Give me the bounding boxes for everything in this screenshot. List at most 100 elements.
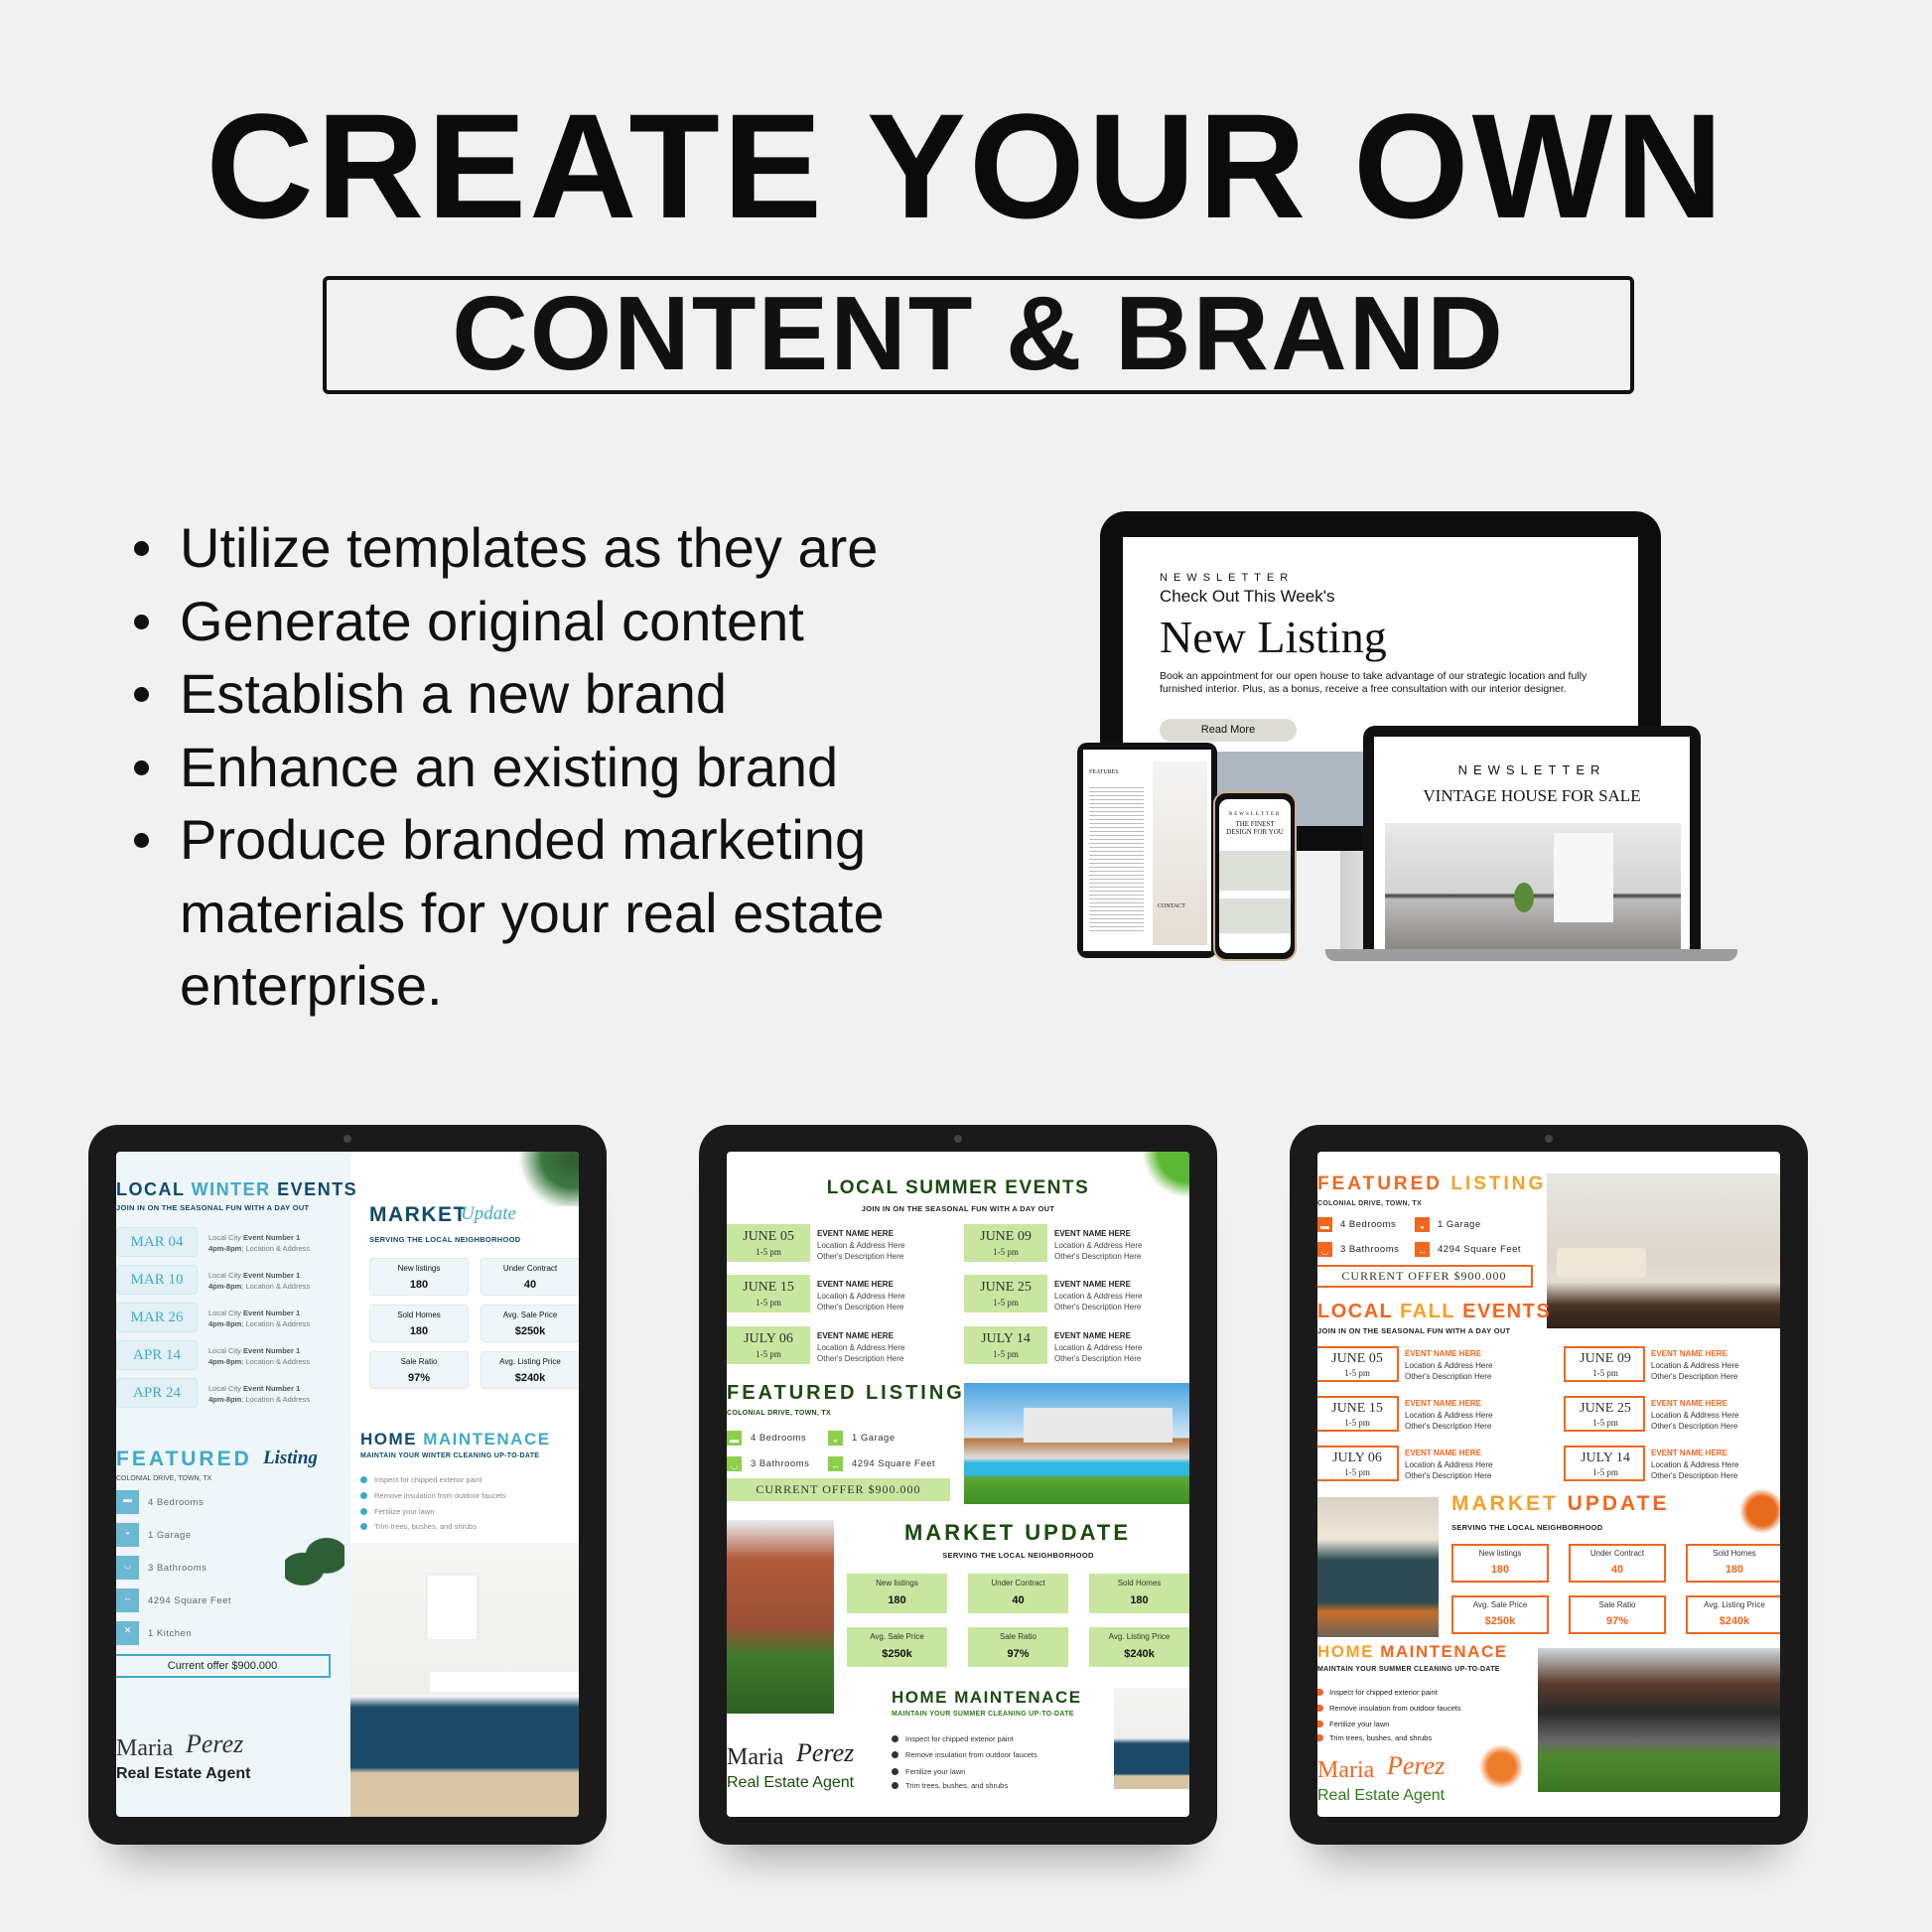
title-part: EVENTS xyxy=(1455,1301,1552,1322)
title-part: MARKET xyxy=(1451,1492,1568,1515)
title-part: LOCAL xyxy=(116,1179,192,1199)
agent-role: Real Estate Agent xyxy=(727,1774,855,1791)
phone-eyebrow: NEWSLETTER xyxy=(1228,812,1282,817)
bed-icon: ▬ xyxy=(116,1490,139,1514)
island xyxy=(430,1672,579,1692)
time-text: 1-5 pm xyxy=(993,1298,1019,1308)
stat-box: New listings 180 xyxy=(369,1258,469,1296)
feature-text: 4 Bedrooms xyxy=(1340,1219,1397,1230)
maint-title: HOME MAINTENACE xyxy=(360,1430,551,1449)
event-date: JUNE 05 1-5 pm xyxy=(1317,1346,1399,1382)
event-location: Location & Address Here xyxy=(1405,1361,1493,1370)
market-subtitle: SERVING THE LOCAL NEIGHBORHOOD xyxy=(369,1235,521,1244)
maint-item: Fertilize your lawn xyxy=(905,1767,966,1776)
current-offer-box: Current offer $900.000 xyxy=(116,1654,331,1678)
event-date: JULY 06 1-5 pm xyxy=(1317,1446,1399,1481)
event-name: EVENT NAME HERE xyxy=(1405,1399,1481,1408)
maint-subtitle: MAINTAIN YOUR SUMMER CLEANING UP-TO-DATE xyxy=(1317,1666,1500,1673)
t: 4pm-8pm xyxy=(208,1395,242,1404)
bathtub-icon: ◡ xyxy=(1317,1242,1332,1257)
benefit-text: Produce branded marketing materials for … xyxy=(180,808,885,1017)
headline: CREATE YOUR OWN xyxy=(206,82,1726,249)
agent-first-name: Maria xyxy=(727,1744,784,1770)
stat-label: Under Contract xyxy=(991,1579,1045,1587)
date-text: JUNE 05 xyxy=(743,1229,794,1244)
events-subtitle: JOIN IN ON THE SEASONAL FUN WITH A DAY O… xyxy=(1317,1326,1511,1335)
utensils-icon: ✕ xyxy=(116,1621,139,1645)
event-location: Location & Address Here xyxy=(817,1343,905,1352)
feature-text: 1 Kitchen xyxy=(148,1628,193,1639)
date-text: JUNE 15 xyxy=(743,1280,794,1295)
stat-box: Sale Ratio 97% xyxy=(369,1351,469,1389)
agent-signature: Perez xyxy=(1387,1751,1446,1780)
event-description: Other's Description Here xyxy=(1405,1471,1492,1480)
t: Event Number 1 xyxy=(243,1233,301,1242)
interior-photo xyxy=(1153,761,1207,945)
time-text: 1-5 pm xyxy=(756,1298,781,1308)
listing-address: COLONIAL DRIVE, TOWN, TX xyxy=(727,1410,831,1417)
maint-item: Remove insulation from outdoor faucets xyxy=(905,1750,1037,1759)
t: Event Number 1 xyxy=(243,1384,301,1393)
bullet-dot xyxy=(134,759,149,775)
event-location: Location & Address Here xyxy=(817,1292,905,1301)
event-location: Location & Address Here xyxy=(1054,1343,1143,1352)
event-location: Location & Address Here xyxy=(1054,1292,1143,1301)
event-location: Location & Address Here xyxy=(1405,1460,1493,1469)
stat-value: $250k xyxy=(1484,1615,1516,1627)
stat-box: Under Contract 40 xyxy=(1569,1544,1666,1583)
tablet-summer: LOCAL SUMMER EVENTS JOIN IN ON THE SEASON… xyxy=(699,1125,1217,1845)
maint-title: HOME MAINTENACE xyxy=(892,1688,1082,1707)
benefit-item: Produce branded marketing materials for … xyxy=(134,803,1028,1023)
feature-text: 3 Bathrooms xyxy=(1340,1244,1400,1255)
events-title: LOCAL WINTER EVENTS xyxy=(116,1179,357,1200)
featured-title: FEATURED xyxy=(116,1448,252,1470)
feature-text: 1 Garage xyxy=(852,1433,896,1444)
maint-item: Remove insulation from outdoor faucets xyxy=(374,1491,506,1500)
stat-box: Sold Homes 180 xyxy=(369,1305,469,1342)
agent-role: Real Estate Agent xyxy=(116,1765,251,1782)
contact-label: CONTACT xyxy=(1158,903,1185,909)
featured-script: Listing xyxy=(263,1448,318,1468)
stat-box: New listings 180 xyxy=(847,1574,947,1613)
stat-label: Avg. Sale Price xyxy=(870,1632,924,1641)
stat-box: Avg. Listing Price $240k xyxy=(481,1351,579,1389)
date-text: JULY 14 xyxy=(1581,1450,1630,1465)
t: Local City xyxy=(208,1384,244,1393)
maple-leaf-decoration xyxy=(1734,1487,1780,1535)
palm-leaf-decoration xyxy=(1134,1152,1189,1206)
stat-value: 40 xyxy=(1012,1594,1025,1606)
title-part: FALL xyxy=(1400,1301,1456,1322)
window xyxy=(425,1573,480,1642)
benefit-item: Enhance an existing brand xyxy=(134,731,1028,804)
agent-role: Real Estate Agent xyxy=(1317,1787,1446,1804)
event-line: 4pm-8pm; Location & Address xyxy=(208,1319,310,1328)
benefit-item: Utilize templates as they are xyxy=(134,511,1028,585)
date-text: JUNE 15 xyxy=(1331,1401,1383,1416)
benefits-list: Utilize templates as they are Generate or… xyxy=(134,511,1028,1023)
event-location: Location & Address Here xyxy=(1651,1411,1739,1420)
arrows-icon: ↔ xyxy=(116,1588,139,1612)
event-date: APR 14 xyxy=(116,1340,198,1370)
read-more-button[interactable]: Read More xyxy=(1160,719,1297,742)
t: ; Location & Address xyxy=(241,1244,311,1253)
stat-value: 97% xyxy=(1007,1648,1030,1660)
event-location: Location & Address Here xyxy=(1651,1361,1739,1370)
stat-box: Avg. Listing Price $240k xyxy=(1089,1627,1189,1667)
stat-box: New listings 180 xyxy=(1451,1544,1549,1583)
event-line: Local City Event Number 1 xyxy=(208,1233,300,1242)
event-name: EVENT NAME HERE xyxy=(1651,1399,1727,1408)
car-icon: ◒ xyxy=(116,1523,139,1547)
time-text: 1-5 pm xyxy=(756,1349,781,1359)
t: Event Number 1 xyxy=(243,1346,301,1355)
event-description: Other's Description Here xyxy=(1651,1372,1738,1381)
benefit-text: Utilize templates as they are xyxy=(180,516,879,579)
listing-address: COLONIAL DRIVE, TOWN, TX xyxy=(1317,1200,1422,1207)
title-part: LISTING xyxy=(1450,1173,1547,1194)
stat-label: New listings xyxy=(876,1579,918,1587)
time-text: 1-5 pm xyxy=(1592,1368,1618,1378)
stat-value: $250k xyxy=(514,1325,546,1337)
events-subtitle: JOIN IN ON THE SEASONAL FUN WITH A DAY O… xyxy=(116,1203,310,1212)
event-line: 4pm-8pm; Location & Address xyxy=(208,1395,310,1404)
maint-item: Trim trees, bushes, and shrubs xyxy=(1329,1733,1433,1742)
laptop-base xyxy=(1325,949,1737,961)
